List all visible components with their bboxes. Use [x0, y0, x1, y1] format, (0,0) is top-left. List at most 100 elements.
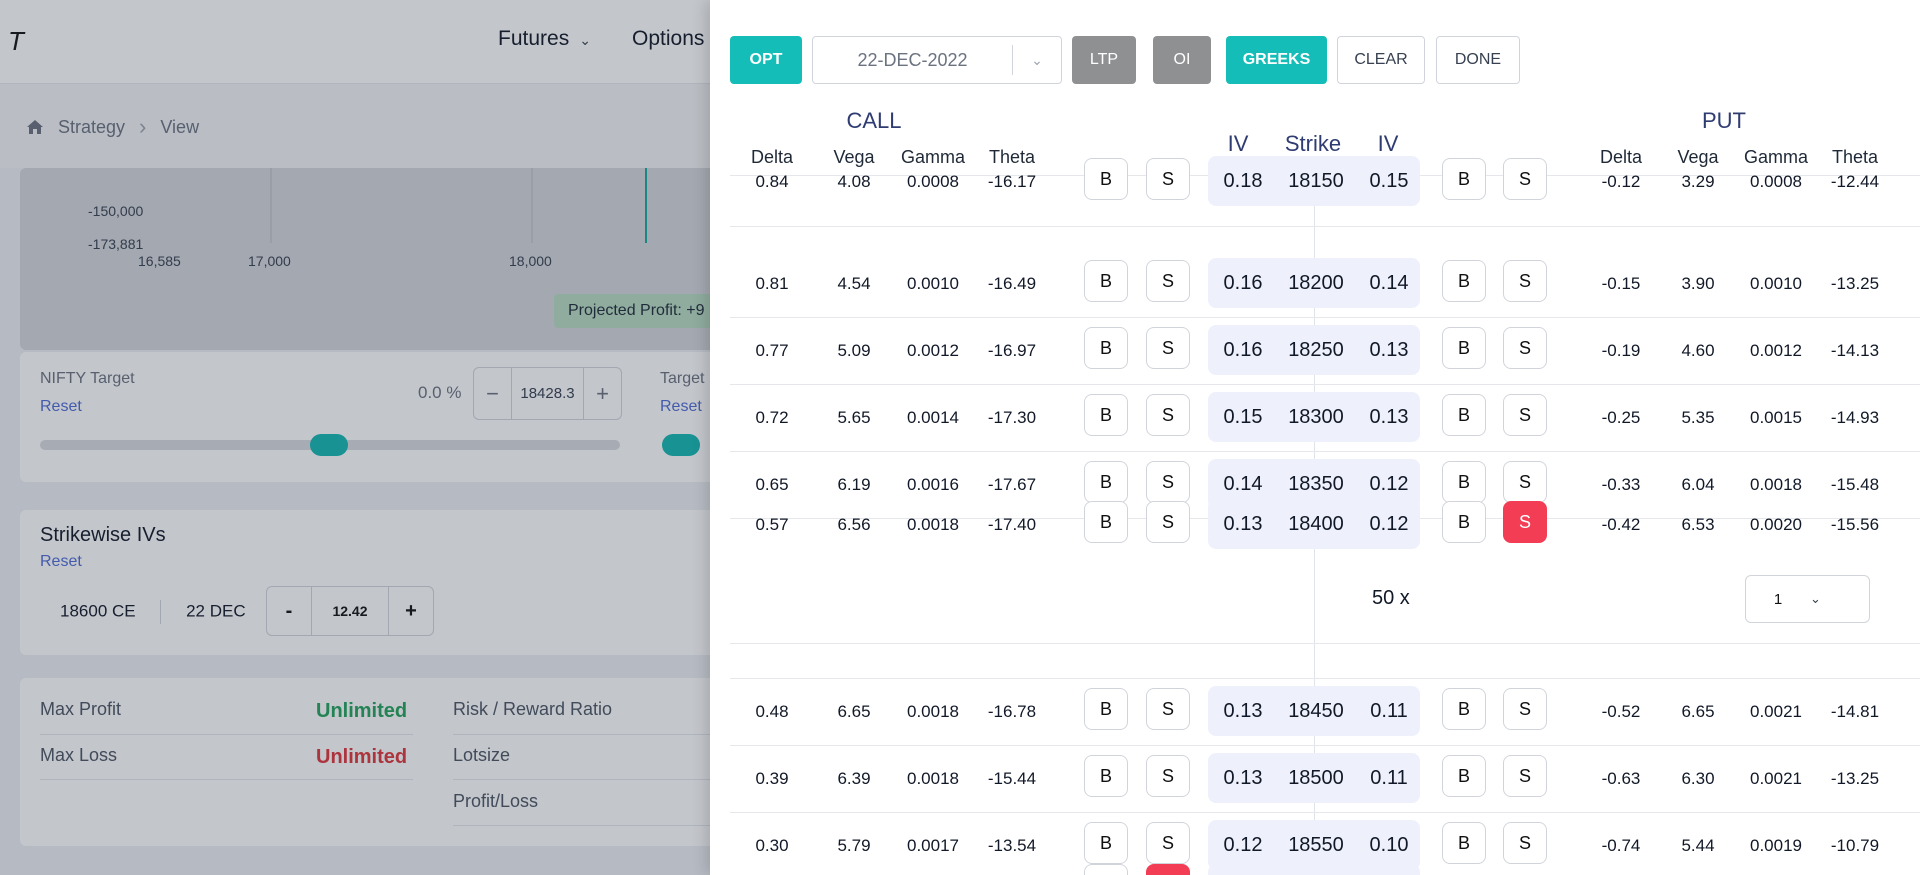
put-buy-button[interactable]: B	[1442, 755, 1486, 797]
oi-button[interactable]: OI	[1153, 36, 1211, 84]
put-buy-button[interactable]: B	[1442, 501, 1486, 543]
put-vega-cell: 6.65	[1681, 702, 1715, 721]
put-buy-button[interactable]: B	[1442, 327, 1486, 369]
call-theta-cell: -13.54	[987, 836, 1037, 855]
call-buy-button[interactable]: B	[1084, 394, 1128, 436]
put-buy-button[interactable]: B	[1442, 394, 1486, 436]
call-vega-cell: 6.65	[837, 702, 871, 721]
put-vega-cell: 6.04	[1681, 475, 1715, 494]
call-buy-button[interactable]: B	[1084, 327, 1128, 369]
put-buy-button[interactable]: B	[1442, 688, 1486, 730]
put-theta-header: Theta	[1831, 147, 1879, 167]
call-delta-cell: 0.57	[755, 515, 789, 534]
chevron-down-icon: ⌄	[1810, 591, 1821, 606]
call-sell-button[interactable]: S	[1146, 822, 1190, 864]
call-sell-button[interactable]: S	[1146, 158, 1190, 200]
call-iv-cell: 0.15	[1223, 406, 1263, 428]
quantity-value: 1	[1773, 590, 1783, 608]
call-buy-button[interactable]: B	[1084, 461, 1128, 503]
call-sell-button[interactable]: S	[1146, 755, 1190, 797]
put-vega-cell: 5.35	[1681, 408, 1715, 427]
call-buy-button[interactable]: B	[1084, 501, 1128, 543]
call-sell-button[interactable]: S	[1146, 461, 1190, 503]
call-vega-cell: 6.19	[837, 475, 871, 494]
put-gamma-cell: 0.0012	[1750, 341, 1802, 360]
put-iv-cell: 0.11	[1370, 700, 1408, 722]
put-buy-button[interactable]: B	[1442, 461, 1486, 503]
call-gamma-cell: 0.0017	[907, 836, 959, 855]
row-divider	[730, 384, 1920, 385]
call-vega-cell: 4.54	[837, 274, 871, 293]
quantity-select[interactable]: 1 ⌄	[1745, 575, 1870, 623]
put-delta-cell: -0.74	[1601, 836, 1641, 855]
strike-cell: 18550	[1288, 834, 1344, 856]
put-delta-cell: -0.63	[1601, 769, 1641, 788]
put-sell-button[interactable]: S	[1503, 394, 1547, 436]
row-divider	[730, 317, 1920, 318]
ltp-button[interactable]: LTP	[1072, 36, 1136, 84]
put-buy-button[interactable]: B	[1442, 822, 1486, 864]
put-gamma-cell: 0.0020	[1750, 515, 1802, 534]
call-delta-cell: 0.48	[755, 702, 789, 721]
call-sell-button[interactable]: S	[1146, 260, 1190, 302]
call-buy-button[interactable]: B	[1084, 822, 1128, 864]
call-gamma-cell: 0.0008	[907, 172, 959, 191]
put-sell-button[interactable]: S	[1503, 822, 1547, 864]
put-buy-button[interactable]: B	[1442, 158, 1486, 200]
strike-cell: 18300	[1288, 406, 1344, 428]
call-delta-cell: 0.30	[755, 836, 789, 855]
call-sell-button[interactable]: S	[1146, 394, 1190, 436]
strike-cell: 18150	[1288, 170, 1344, 192]
call-buy-button[interactable]: B	[1084, 688, 1128, 730]
buy-button-partial[interactable]	[1084, 864, 1128, 875]
opt-button[interactable]: OPT	[730, 36, 802, 84]
put-iv-cell: 0.14	[1369, 272, 1409, 294]
put-theta-cell: -14.13	[1830, 341, 1880, 360]
strike-cell: 18450	[1288, 700, 1344, 722]
call-buy-button[interactable]: B	[1084, 260, 1128, 302]
call-theta-cell: -17.40	[987, 515, 1037, 534]
put-sell-button[interactable]: S	[1503, 327, 1547, 369]
put-sell-button[interactable]: S	[1503, 260, 1547, 302]
call-vega-cell: 4.08	[837, 172, 871, 191]
call-buy-button[interactable]: B	[1084, 755, 1128, 797]
clear-button[interactable]: CLEAR	[1337, 36, 1425, 84]
put-buy-button[interactable]: B	[1442, 260, 1486, 302]
greeks-button[interactable]: GREEKS	[1226, 36, 1327, 84]
put-delta-cell: -0.15	[1601, 274, 1641, 293]
call-buy-button[interactable]: B	[1084, 158, 1128, 200]
option-chain-drawer: OPT 22-DEC-2022 ⌄ LTP OI GREEKS CLEAR DO…	[710, 0, 1920, 875]
put-sell-button[interactable]: S	[1503, 461, 1547, 503]
put-theta-cell: -15.56	[1830, 515, 1880, 534]
call-vega-header: Vega	[833, 147, 875, 167]
call-sell-button[interactable]: S	[1146, 501, 1190, 543]
call-gamma-cell: 0.0018	[907, 769, 959, 788]
put-theta-cell: -14.93	[1830, 408, 1880, 427]
sell-button-partial[interactable]	[1146, 864, 1190, 875]
call-iv-cell: 0.16	[1223, 339, 1263, 361]
call-iv-cell: 0.18	[1223, 170, 1263, 192]
put-delta-cell: -0.33	[1601, 475, 1641, 494]
call-theta-cell: -16.49	[987, 274, 1037, 293]
strike-header: Strike	[1284, 131, 1342, 156]
call-iv-cell: 0.13	[1223, 513, 1263, 535]
call-sell-button[interactable]: S	[1146, 327, 1190, 369]
done-button[interactable]: DONE	[1436, 36, 1520, 84]
call-vega-cell: 6.39	[837, 769, 871, 788]
call-gamma-header: Gamma	[900, 147, 965, 167]
put-sell-button[interactable]: S	[1503, 688, 1547, 730]
put-gamma-cell: 0.0021	[1750, 702, 1802, 721]
strike-cell: 18200	[1288, 272, 1344, 294]
expiry-date-select[interactable]: 22-DEC-2022 ⌄	[812, 36, 1062, 84]
put-gamma-cell: 0.0015	[1750, 408, 1802, 427]
put-iv-cell: 0.15	[1369, 170, 1409, 192]
put-sell-button[interactable]: S	[1503, 501, 1547, 543]
call-gamma-cell: 0.0012	[907, 341, 959, 360]
put-theta-cell: -12.44	[1830, 172, 1880, 191]
call-sell-button[interactable]: S	[1146, 688, 1190, 730]
put-sell-button[interactable]: S	[1503, 755, 1547, 797]
put-vega-cell: 6.30	[1681, 769, 1715, 788]
put-gamma-cell: 0.0021	[1750, 769, 1802, 788]
put-sell-button[interactable]: S	[1503, 158, 1547, 200]
put-iv-header: IV	[1377, 131, 1399, 156]
